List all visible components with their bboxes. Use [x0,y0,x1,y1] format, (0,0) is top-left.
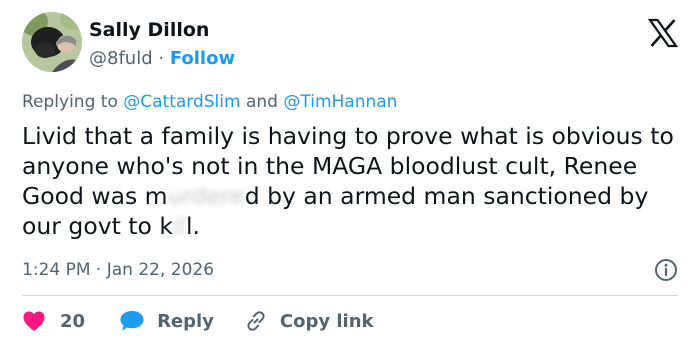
censored-word-2: il [172,212,187,240]
author-handle-row: @8fuld · Follow [89,47,235,71]
follow-button[interactable]: Follow [170,48,235,69]
reply-label: Reply [157,310,214,332]
author-info: Sally Dillon @8fuld · Follow [89,18,235,71]
replying-prefix: Replying to [22,92,118,112]
copy-link-label: Copy link [279,310,374,332]
author-display-name[interactable]: Sally Dillon [89,18,235,42]
replying-conjunction: and [245,92,278,112]
avatar[interactable] [22,12,82,72]
censored-word-1: urdere [167,182,245,210]
link-icon [244,309,268,333]
copy-link-button[interactable]: Copy link [244,309,374,333]
heart-icon [22,310,46,332]
author-handle[interactable]: @8fuld [89,48,153,69]
x-logo-icon[interactable] [647,18,679,48]
timestamp[interactable]: 1:24 PM · Jan 22, 2026 [22,260,214,280]
tweet-text-part-3: l. [186,212,201,240]
like-count: 20 [60,310,86,332]
divider [22,295,678,296]
reply-button[interactable]: Reply [119,309,214,333]
mention-timhannan[interactable]: @TimHannan [283,92,397,112]
action-bar: 20 Reply Copy link [22,308,374,334]
speech-bubble-icon [119,309,145,333]
replying-to: Replying to @CattardSlim and @TimHannan [22,92,397,112]
mention-cattardslim[interactable]: @CattardSlim [123,92,240,112]
tweet-text: Livid that a family is having to prove w… [22,121,682,241]
info-icon[interactable] [654,258,678,282]
handle-separator: · [158,48,165,69]
like-button[interactable]: 20 [22,310,85,332]
